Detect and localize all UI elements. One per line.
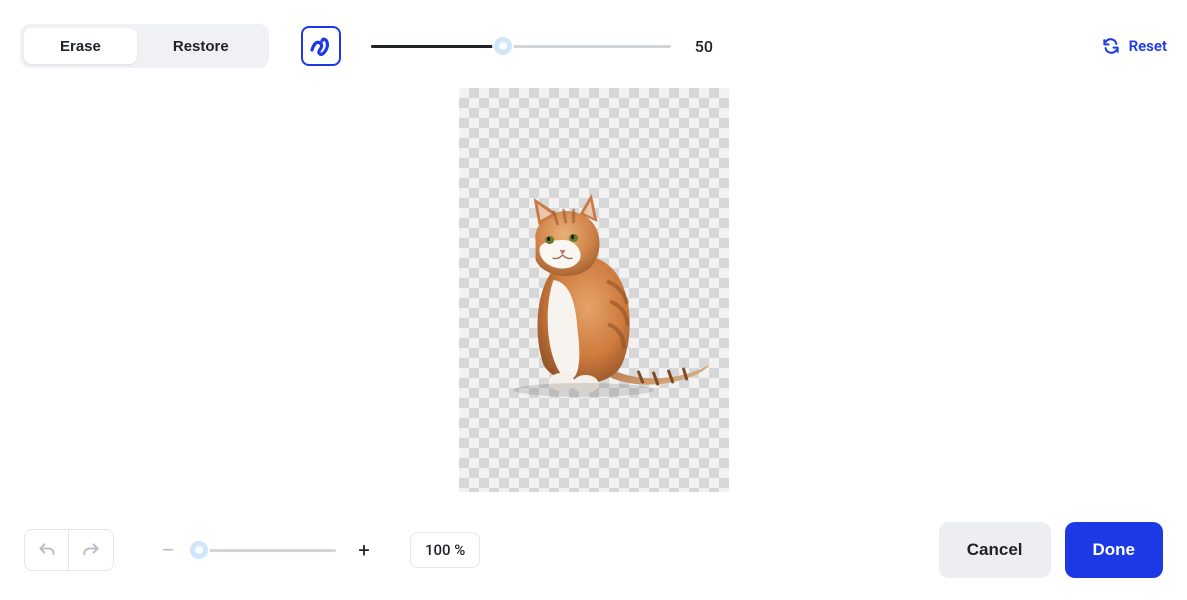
editing-canvas[interactable]	[459, 88, 729, 492]
cancel-button[interactable]: Cancel	[939, 522, 1051, 578]
zoom-in-button[interactable]: +	[354, 538, 374, 562]
refresh-icon	[1101, 36, 1121, 56]
slider-track	[196, 549, 336, 552]
undo-icon	[37, 541, 57, 561]
zoom-value: 100 %	[410, 532, 480, 568]
reset-label: Reset	[1129, 37, 1167, 55]
zoom-slider[interactable]	[196, 540, 336, 560]
brush-tool-button[interactable]	[301, 26, 341, 66]
zoom-out-button[interactable]: –	[158, 538, 178, 562]
subject-image	[483, 190, 713, 400]
restore-mode-button[interactable]: Restore	[137, 28, 265, 64]
mode-toggle: Erase Restore	[20, 24, 269, 68]
slider-track-fill	[371, 45, 503, 48]
top-toolbar: Erase Restore 50 Reset	[20, 24, 1167, 68]
undo-button[interactable]	[25, 530, 69, 571]
history-controls	[24, 529, 114, 571]
done-button[interactable]: Done	[1065, 522, 1164, 578]
scribble-icon	[309, 34, 333, 58]
zoom-controls: – + 100 %	[158, 532, 480, 568]
redo-icon	[81, 541, 101, 561]
action-buttons: Cancel Done	[939, 522, 1163, 578]
brush-size-slider[interactable]	[371, 36, 671, 56]
reset-button[interactable]: Reset	[1101, 36, 1167, 56]
canvas-area	[0, 88, 1187, 500]
slider-thumb[interactable]	[494, 37, 512, 55]
slider-thumb[interactable]	[190, 541, 208, 559]
brush-size-control: 50	[371, 36, 713, 56]
bottom-toolbar: – + 100 % Cancel Done	[24, 526, 1163, 574]
redo-button[interactable]	[69, 530, 113, 571]
erase-mode-button[interactable]: Erase	[24, 28, 137, 64]
brush-size-value: 50	[695, 37, 713, 56]
